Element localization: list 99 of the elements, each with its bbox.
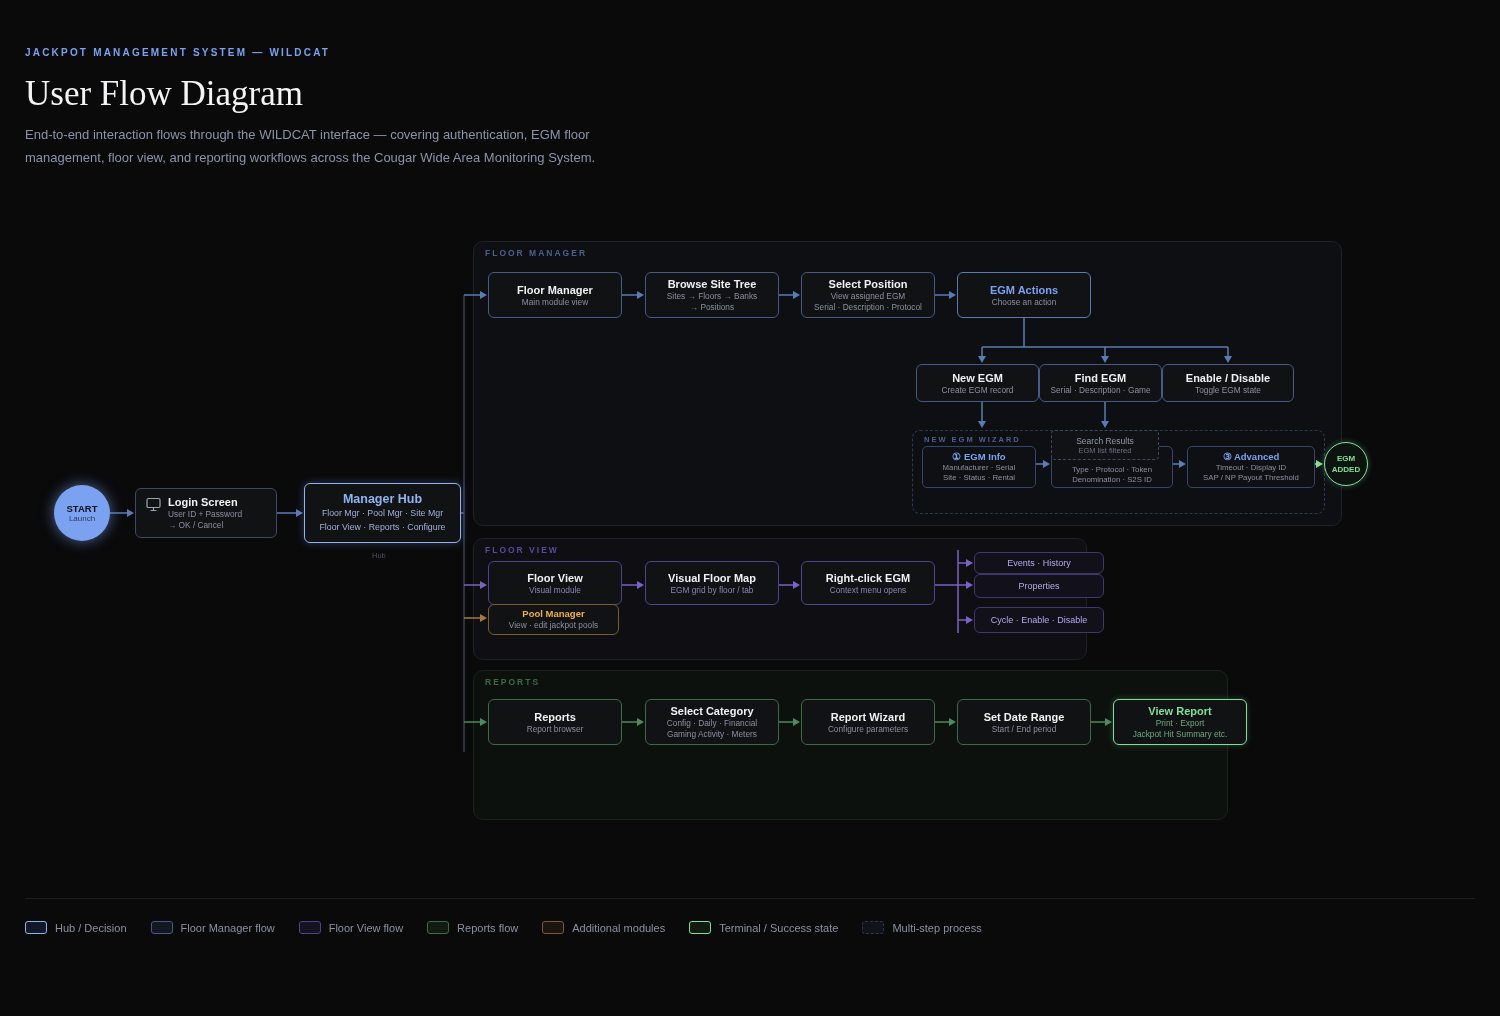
node-subtitle: → OK / Cancel: [168, 520, 224, 531]
arrow: [1035, 460, 1050, 468]
node-title: ① EGM Info: [952, 451, 1006, 463]
arrow: [463, 718, 487, 726]
page-description: End-to-end interaction flows through the WILDCAT interface — covering authentication, EGM floor management, floor view, and reporting workflows across the Cougar Wide Area Monitoring System.: [25, 126, 597, 167]
arrow: [1224, 346, 1232, 363]
node-title: Events · History: [1007, 557, 1071, 570]
node-subtitle: EGM grid by floor / tab: [670, 584, 754, 596]
node-title: Browse Site Tree: [667, 277, 757, 291]
node-subtitle: Jackpot Hit Summary etc.: [1132, 729, 1228, 740]
legend-swatch: [150, 921, 173, 934]
node-subtitle: Launch: [68, 514, 96, 523]
legend-swatch: [298, 921, 321, 934]
arrow: [1314, 460, 1323, 468]
node-subtitle: Gaming Activity · Meters: [667, 729, 757, 740]
arrow: [463, 291, 487, 299]
arrow: [778, 581, 800, 589]
arrow: [978, 401, 986, 428]
legend-label: Hub / Decision: [55, 921, 127, 934]
arrow: [109, 509, 134, 517]
node-subtitle: Report browser: [526, 723, 584, 735]
legend-label: Multi-step process: [892, 921, 982, 934]
arrow: [778, 718, 800, 726]
arrow: [957, 581, 973, 589]
node-title: Login Screen: [168, 495, 238, 509]
node-title: Select Position: [828, 277, 908, 291]
node-subtitle: Configure parameters: [827, 723, 909, 735]
arrow: [934, 718, 956, 726]
legend-swatch: [689, 921, 712, 934]
section-label: FLOOR MANAGER: [485, 248, 588, 258]
arrow: [1090, 718, 1112, 726]
legend-swatch: [25, 921, 47, 934]
arrow: [1172, 460, 1186, 468]
legend-label: Terminal / Success state: [719, 921, 839, 934]
node-subtitle: Floor Mgr · Pool Mgr · Site Mgr: [321, 507, 444, 520]
node-subtitle: View assigned EGM: [830, 291, 906, 302]
node-title: Find EGM: [1074, 370, 1127, 385]
node-title: Right-click EGM: [825, 570, 911, 585]
node-title: ③ Advanced: [1222, 451, 1280, 463]
arrow: [957, 559, 973, 567]
legend-label: Reports flow: [457, 921, 519, 934]
node-title: Manager Hub: [342, 492, 423, 506]
node-subtitle: Serial · Description · Protocol: [814, 302, 922, 313]
node-subtitle: Main module view: [521, 296, 589, 308]
node-subtitle: Config · Daily · Financial: [666, 718, 758, 729]
arrow: [1101, 346, 1109, 363]
arrow: [621, 581, 644, 589]
arrow: [276, 509, 303, 517]
monitor-icon: [146, 497, 161, 512]
node-title: Floor Manager: [517, 282, 593, 297]
node-subtitle: Print · Export: [1155, 718, 1205, 729]
node-title: EGM Actions: [989, 282, 1058, 297]
node-title: Set Date Range: [983, 709, 1065, 724]
node-title: Visual Floor Map: [668, 570, 756, 585]
node-title: Cycle · Enable · Disable: [990, 614, 1088, 627]
arrow: [957, 616, 973, 624]
node-title: ADDED: [1331, 464, 1361, 475]
node-subtitle: Context menu opens: [829, 584, 907, 596]
node-subtitle: Floor View · Reports · Configure: [319, 521, 446, 534]
legend-label: Floor Manager flow: [180, 921, 275, 934]
arrow: [463, 614, 487, 622]
legend-label: Additional modules: [572, 921, 666, 934]
arrow: [463, 581, 487, 589]
node-subtitle: Create EGM record: [941, 384, 1014, 396]
node-title: Properties: [1018, 580, 1060, 593]
node-title: New EGM: [952, 370, 1003, 385]
legend-swatch: [427, 921, 450, 934]
arrow: [621, 291, 644, 299]
section-label: REPORTS: [485, 677, 541, 687]
node-title: Report Wizard: [830, 709, 906, 724]
node-title: EGM: [1336, 453, 1356, 464]
legend-swatch: [862, 921, 885, 934]
arrow: [934, 291, 956, 299]
legend-swatch: [542, 921, 565, 934]
popup-title: Search Results: [1076, 435, 1134, 446]
node-subtitle: → Positions: [689, 302, 735, 313]
node-subtitle: Toggle EGM state: [1195, 384, 1261, 396]
node-subtitle: Sites → Floors → Banks: [666, 291, 758, 302]
node-subtitle: Choose an action: [991, 296, 1057, 308]
arrow: [778, 291, 800, 299]
node-title: Pool Manager: [522, 608, 585, 620]
node-subtitle: User ID + Password: [168, 509, 242, 520]
node-title: START: [66, 503, 98, 514]
eyebrow-text: JACKPOT MANAGEMENT SYSTEM — WILDCAT: [25, 47, 331, 58]
node-title: Floor View: [527, 570, 583, 585]
section-label: FLOOR VIEW: [485, 545, 559, 555]
legend-label: Floor View flow: [328, 921, 404, 934]
arrow: [978, 346, 986, 363]
node-title: View Report: [1148, 704, 1212, 718]
node-title: Select Category: [670, 704, 754, 718]
node-subtitle: Start / End period: [991, 723, 1057, 735]
node-title: Reports: [534, 709, 576, 724]
node-subtitle: Serial · Description · Game: [1050, 384, 1151, 396]
node-subtitle: View · edit jackpot pools: [508, 620, 599, 631]
page-title: User Flow Diagram: [25, 74, 303, 114]
node-subtitle: Visual module: [529, 584, 581, 596]
arrow: [1101, 401, 1109, 428]
arrow: [621, 718, 644, 726]
node-title: Enable / Disable: [1185, 370, 1271, 385]
